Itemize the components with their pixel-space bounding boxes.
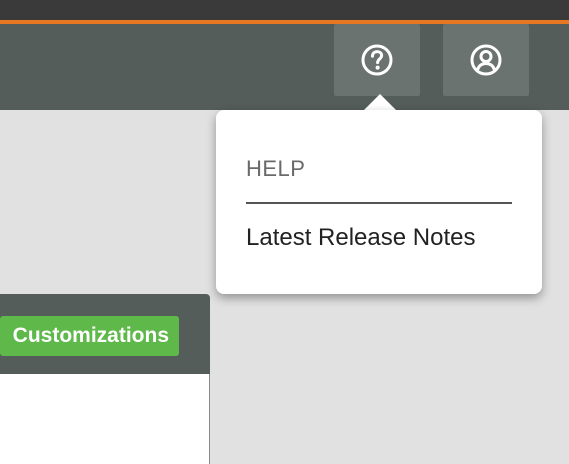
help-divider xyxy=(246,202,512,204)
help-button[interactable] xyxy=(334,24,420,96)
help-icon xyxy=(361,44,393,76)
top-strip xyxy=(0,0,569,20)
customizations-label: Customizations xyxy=(12,324,169,347)
release-notes-link[interactable]: Latest Release Notes xyxy=(246,224,475,252)
help-heading: HELP xyxy=(246,156,306,181)
panel-body xyxy=(0,374,210,464)
account-button[interactable] xyxy=(443,24,529,96)
popover-arrow xyxy=(363,94,397,111)
user-icon xyxy=(470,44,502,76)
customizations-button[interactable]: Customizations xyxy=(0,316,179,356)
help-popover: HELP Latest Release Notes xyxy=(216,110,542,294)
